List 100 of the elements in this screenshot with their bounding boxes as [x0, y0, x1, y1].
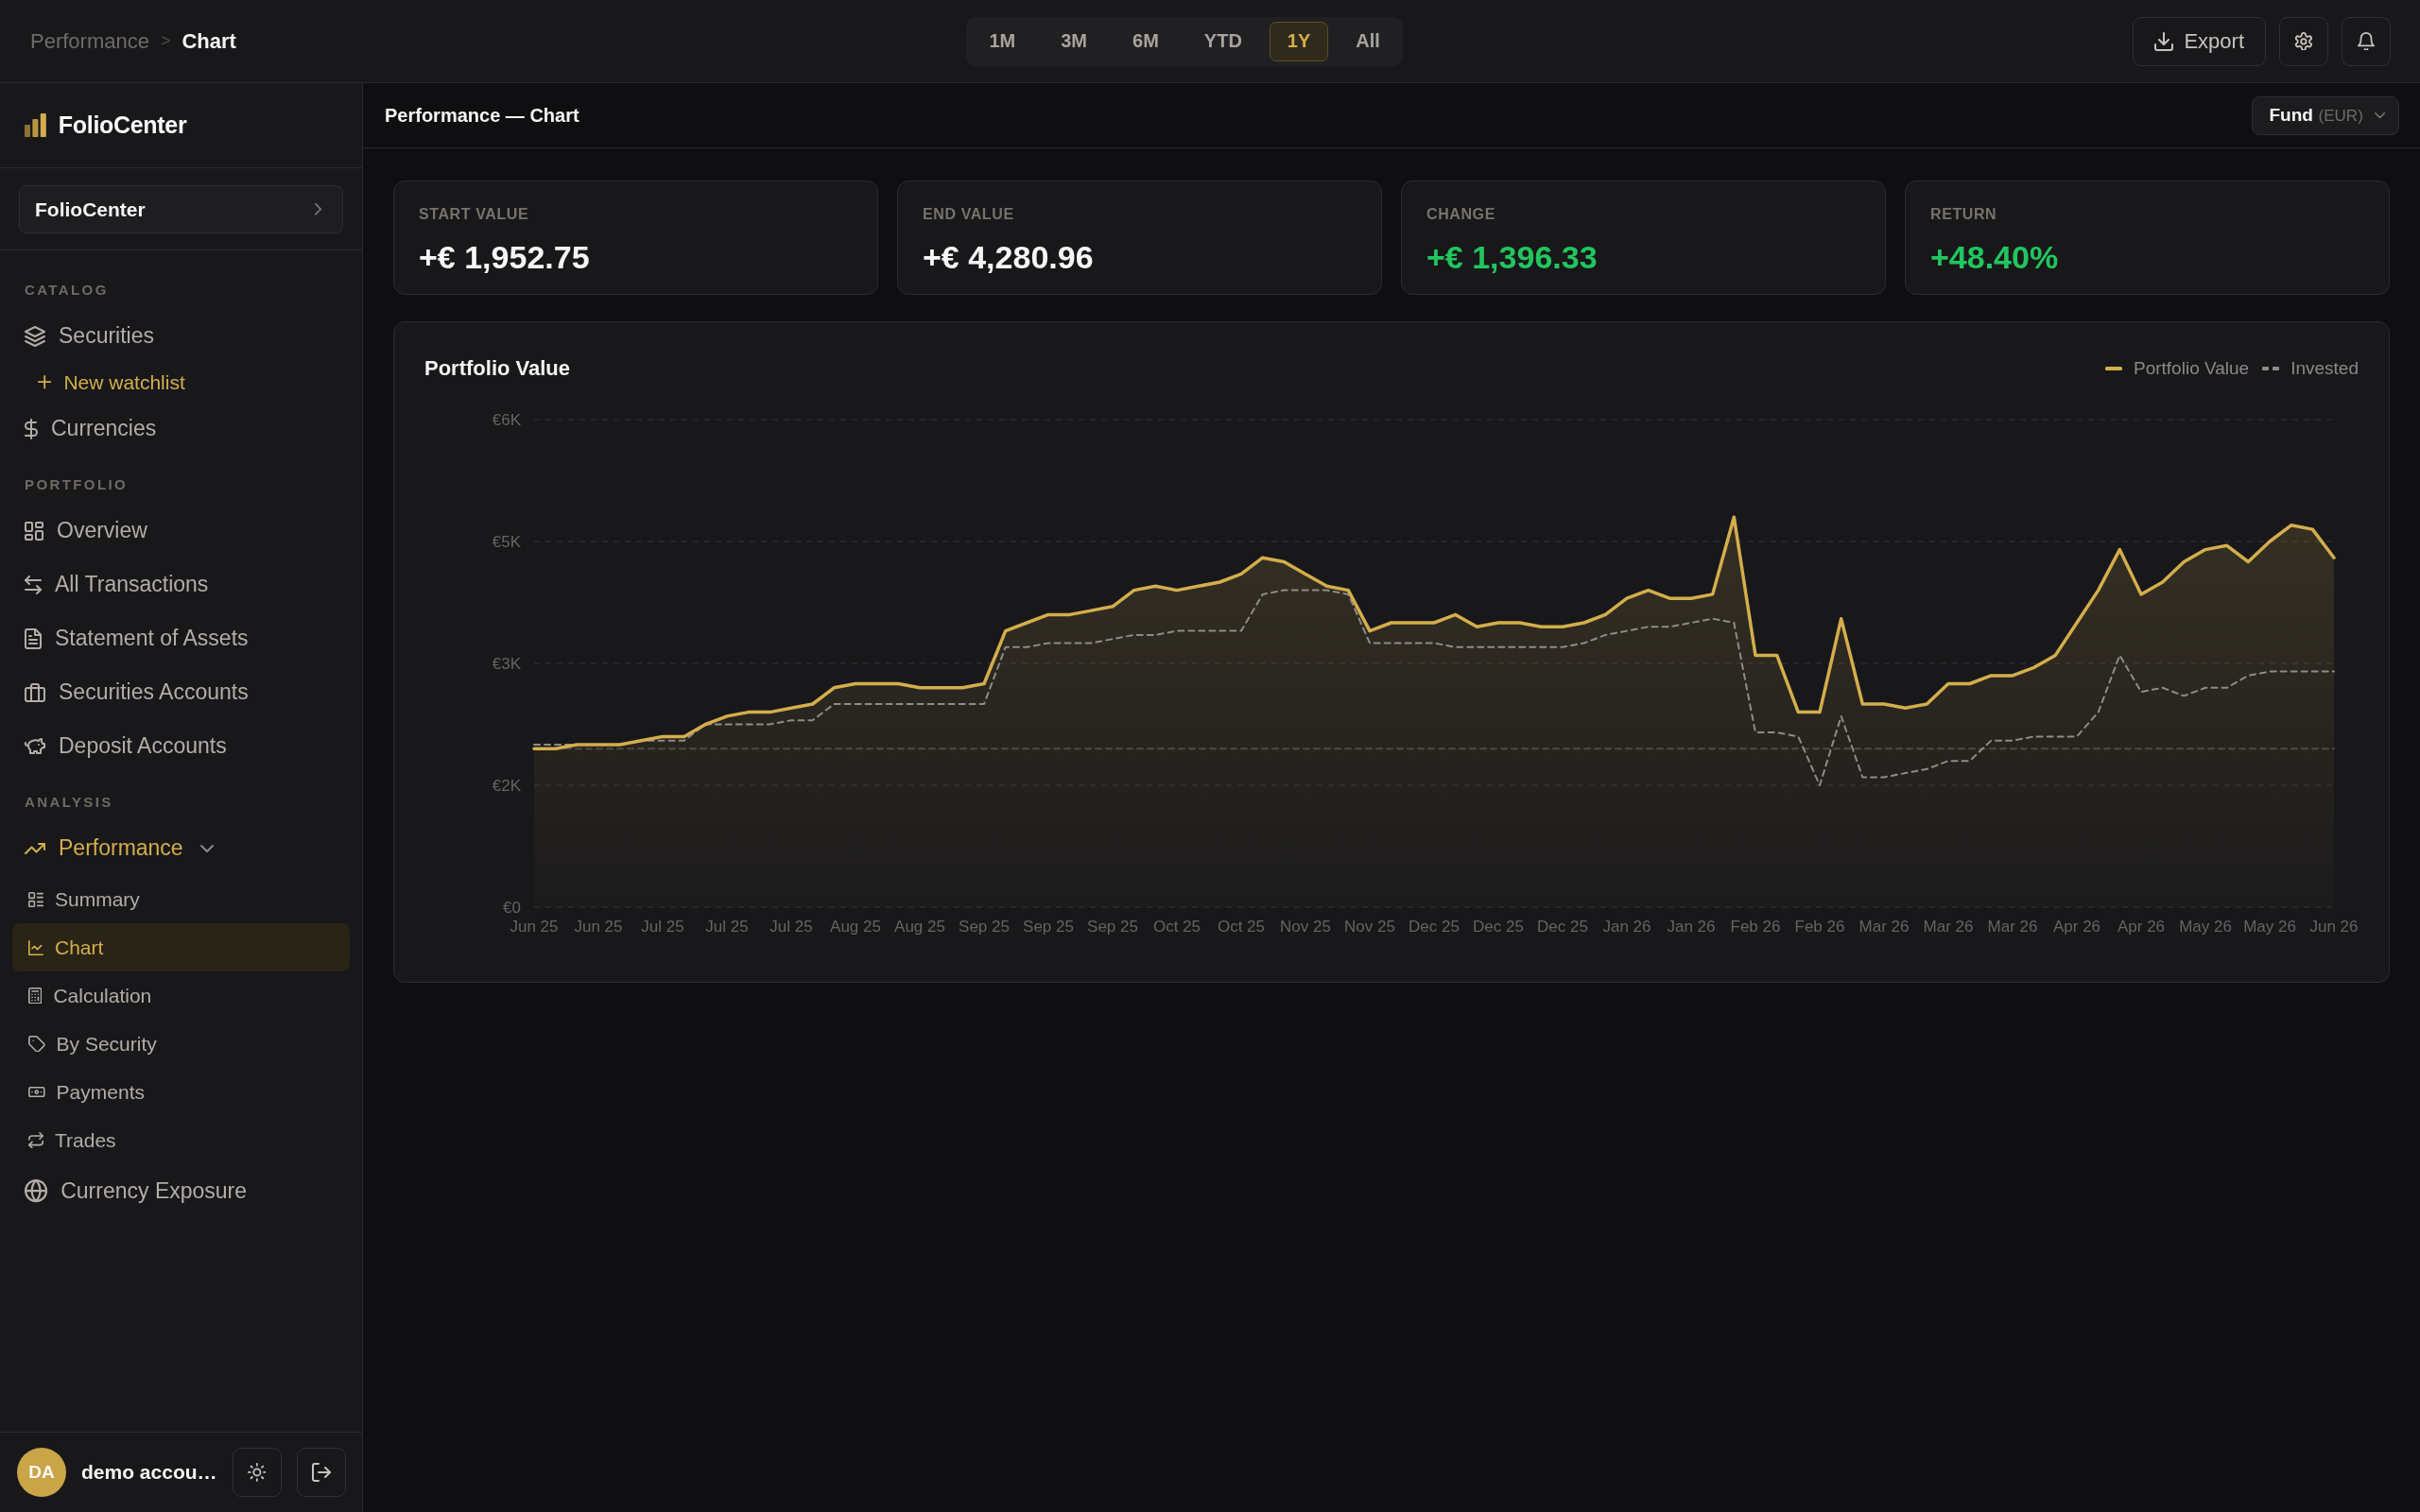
- axis-label: Feb 26: [1794, 918, 1845, 936]
- line-chart-icon: [28, 939, 43, 955]
- stat-value: +48.40%: [1930, 238, 2060, 276]
- export-button[interactable]: Export: [2133, 16, 2266, 66]
- stat-label: END VALUE: [923, 206, 1015, 223]
- nav-item[interactable]: Performance: [12, 821, 350, 875]
- nav-subitem[interactable]: Calculation: [12, 971, 350, 1020]
- axis-label: Sep 25: [959, 918, 1010, 936]
- stat-label: CHANGE: [1426, 206, 1496, 223]
- settings-button[interactable]: [2279, 16, 2328, 66]
- section-heading: ANALYSIS: [24, 793, 114, 812]
- breadcrumb-separator: >: [160, 31, 171, 51]
- nav-subitem[interactable]: By Security: [12, 1020, 350, 1068]
- stat-label: START VALUE: [419, 206, 530, 223]
- user-avatar: DA: [17, 1448, 66, 1497]
- axis-label: Dec 25: [1409, 918, 1460, 936]
- nav-item[interactable]: Securities: [12, 309, 350, 363]
- stat-value: +€ 1,952.75: [419, 238, 591, 276]
- axis-label: Nov 25: [1280, 918, 1331, 936]
- chevron-right-icon: [314, 203, 321, 215]
- axis-label: Jul 25: [705, 918, 749, 936]
- axis-label: Jun 26: [2309, 918, 2359, 936]
- stat-value: +€ 1,396.33: [1426, 238, 1599, 276]
- axis-label: Mar 26: [1987, 918, 2038, 936]
- banknote-icon: [28, 1086, 45, 1098]
- document-icon: [25, 627, 42, 649]
- theme-toggle-button[interactable]: [232, 1448, 282, 1497]
- legend-label: Portfolio Value: [2134, 358, 2250, 379]
- axis-label: Apr 26: [2117, 918, 2166, 936]
- axis-label: Oct 25: [1152, 918, 1201, 936]
- axis-label: May 26: [2243, 918, 2296, 936]
- new-watchlist-link[interactable]: New watchlist: [12, 363, 350, 402]
- axis-label: Apr 26: [2052, 918, 2101, 936]
- nav-item[interactable]: Deposit Accounts: [12, 719, 350, 773]
- stat-value: +€ 4,280.96: [923, 238, 1095, 276]
- axis-label: Jan 26: [1602, 918, 1651, 936]
- nav-item[interactable]: All Transactions: [12, 558, 350, 611]
- swap-arrows-icon: [25, 575, 42, 594]
- nav-subitem[interactable]: Trades: [12, 1116, 350, 1164]
- briefcase-icon: [25, 682, 45, 702]
- globe-icon: [25, 1179, 48, 1203]
- axis-label: Nov 25: [1344, 918, 1395, 936]
- list-icon: [28, 891, 43, 907]
- range-tab[interactable]: YTD: [1185, 21, 1260, 61]
- chevron-down-icon: [2374, 112, 2385, 119]
- axis-label: Sep 25: [1087, 918, 1138, 936]
- axis-label: Dec 25: [1473, 918, 1524, 936]
- portfolio-selector[interactable]: FolioCenter: [19, 185, 343, 233]
- calculator-icon: [28, 987, 43, 1005]
- repeat-icon: [28, 1131, 43, 1149]
- nav-item[interactable]: Currency Exposure: [12, 1164, 350, 1218]
- range-tab[interactable]: 6M: [1115, 21, 1177, 61]
- layers-icon: [25, 325, 45, 347]
- trend-up-icon: [25, 842, 45, 854]
- bar-chart-icon: [25, 112, 46, 138]
- chart-title: Portfolio Value: [424, 356, 571, 381]
- tag-icon: [28, 1035, 45, 1053]
- settings-icon: [2294, 31, 2313, 51]
- axis-label: Jan 26: [1667, 918, 1716, 936]
- nav-subitem[interactable]: Summary: [12, 875, 350, 923]
- dollar-icon: [25, 418, 38, 439]
- axis-label: €2K: [492, 777, 521, 795]
- logout-button[interactable]: [296, 1448, 346, 1497]
- breadcrumb-current: Chart: [182, 28, 236, 54]
- range-tab[interactable]: 1Y: [1269, 21, 1329, 61]
- piggy-bank-icon: [25, 738, 45, 754]
- nav-item[interactable]: Overview: [12, 504, 350, 558]
- axis-label: Jun 25: [574, 918, 623, 936]
- sun-icon: [247, 1463, 267, 1482]
- axis-label: €6K: [492, 411, 521, 429]
- axis-label: Feb 26: [1730, 918, 1781, 936]
- axis-label: Jul 25: [769, 918, 813, 936]
- axis-label: Mar 26: [1923, 918, 1974, 936]
- axis-label: €0: [503, 899, 521, 917]
- plus-icon: [38, 375, 52, 389]
- nav-subitem[interactable]: Chart: [12, 923, 350, 971]
- axis-label: May 26: [2179, 918, 2232, 936]
- range-tab[interactable]: All: [1338, 21, 1398, 61]
- stat-label: RETURN: [1930, 206, 1998, 223]
- section-heading: PORTFOLIO: [24, 475, 130, 494]
- nav-item[interactable]: Securities Accounts: [12, 665, 350, 719]
- axis-label: Jun 25: [510, 918, 559, 936]
- download-icon: [2154, 31, 2174, 51]
- axis-label: Aug 25: [894, 918, 945, 936]
- grid-icon: [25, 521, 43, 541]
- brand-name: FolioCenter: [58, 112, 187, 139]
- range-tab[interactable]: 3M: [1043, 21, 1106, 61]
- page-title: Performance — Chart: [385, 104, 579, 127]
- axis-label: €3K: [492, 655, 521, 673]
- section-heading: CATALOG: [24, 281, 110, 300]
- axis-label: Dec 25: [1537, 918, 1588, 936]
- axis-label: Mar 26: [1858, 918, 1910, 936]
- nav-subitem[interactable]: Payments: [12, 1068, 350, 1116]
- nav-item[interactable]: Statement of Assets: [12, 611, 350, 665]
- range-tab[interactable]: 1M: [971, 21, 1034, 61]
- user-name: demo accou…: [81, 1461, 217, 1484]
- fund-dropdown[interactable]: Fund (EUR): [2252, 95, 2399, 135]
- nav-item[interactable]: Currencies: [12, 402, 350, 455]
- notifications-button[interactable]: [2342, 16, 2391, 66]
- axis-label: Oct 25: [1217, 918, 1266, 936]
